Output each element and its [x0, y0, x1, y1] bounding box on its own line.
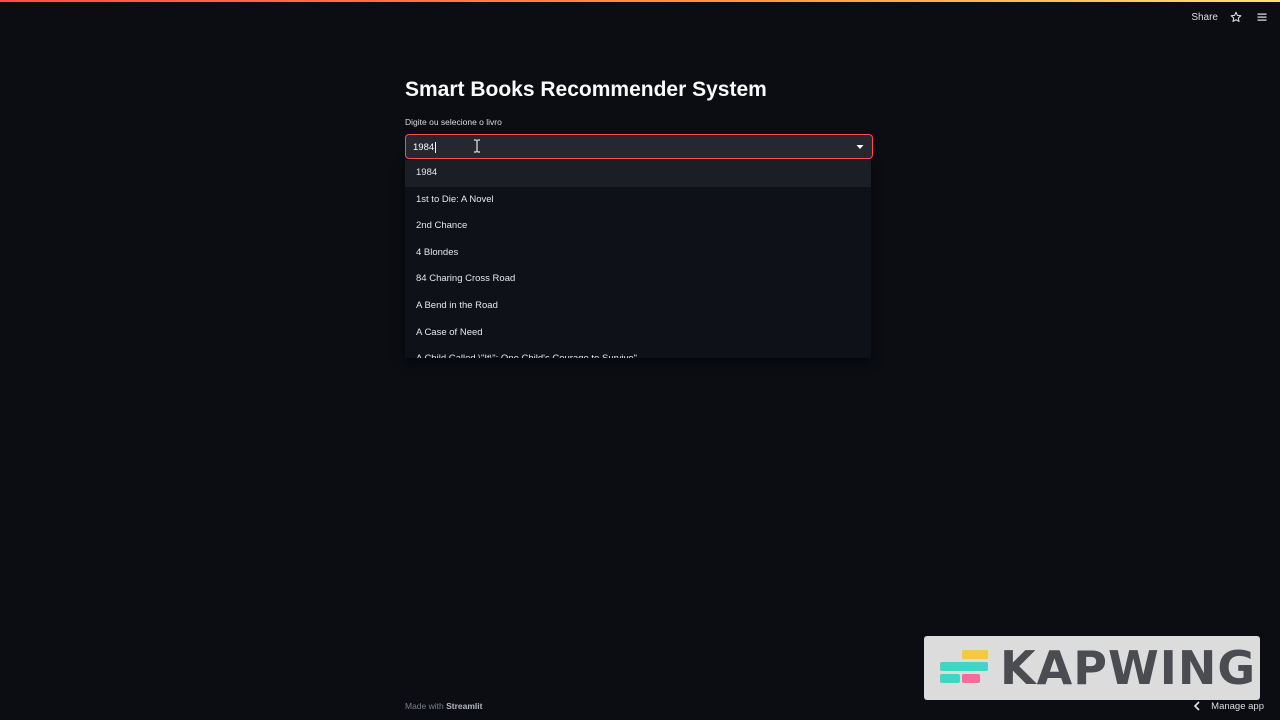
- hamburger-menu-icon[interactable]: [1254, 9, 1270, 25]
- dropdown-option[interactable]: 1984: [405, 160, 871, 187]
- dropdown-option[interactable]: 84 Charing Cross Road: [405, 266, 871, 293]
- top-decoration-bar: [0, 0, 1280, 2]
- book-select-label: Digite ou selecione o livro: [405, 117, 502, 127]
- dropdown-option[interactable]: 2nd Chance: [405, 213, 871, 240]
- dropdown-option[interactable]: A Bend in the Road: [405, 293, 871, 320]
- dropdown-options-list: 1984 1st to Die: A Novel 2nd Chance 4 Bl…: [405, 160, 871, 358]
- dropdown-option[interactable]: A Child Called \"It\": One Child's Coura…: [405, 346, 871, 358]
- kapwing-watermark: KAPWING: [924, 636, 1260, 700]
- streamlit-link[interactable]: Streamlit: [446, 701, 482, 711]
- star-icon[interactable]: [1228, 9, 1244, 25]
- book-search-value: 1984: [413, 142, 435, 153]
- chevron-down-icon[interactable]: [856, 144, 864, 150]
- manage-app-button[interactable]: Manage app: [1193, 699, 1264, 713]
- kapwing-logo-icon: [940, 650, 988, 683]
- text-caret: [435, 141, 437, 153]
- share-button[interactable]: Share: [1191, 12, 1218, 23]
- dropdown-option[interactable]: 1st to Die: A Novel: [405, 187, 871, 214]
- manage-app-label: Manage app: [1211, 700, 1264, 712]
- kapwing-wordmark: KAPWING: [1000, 641, 1257, 695]
- page-title: Smart Books Recommender System: [405, 78, 767, 101]
- book-search-input[interactable]: 1984: [413, 135, 437, 160]
- book-select[interactable]: 1984: [405, 134, 873, 159]
- main-content: Smart Books Recommender System Digite ou…: [405, 74, 875, 358]
- text-cursor-icon: [474, 139, 480, 153]
- footer-made-with: Made with: [405, 701, 447, 711]
- streamlit-app: Share Smart Books Recommender System Dig…: [0, 0, 1280, 720]
- dropdown-option[interactable]: A Case of Need: [405, 320, 871, 347]
- chevron-left-icon: [1194, 701, 1200, 711]
- dropdown-option[interactable]: 4 Blondes: [405, 240, 871, 267]
- app-header: Share: [1191, 8, 1270, 26]
- footer: Made with Streamlit: [405, 700, 482, 712]
